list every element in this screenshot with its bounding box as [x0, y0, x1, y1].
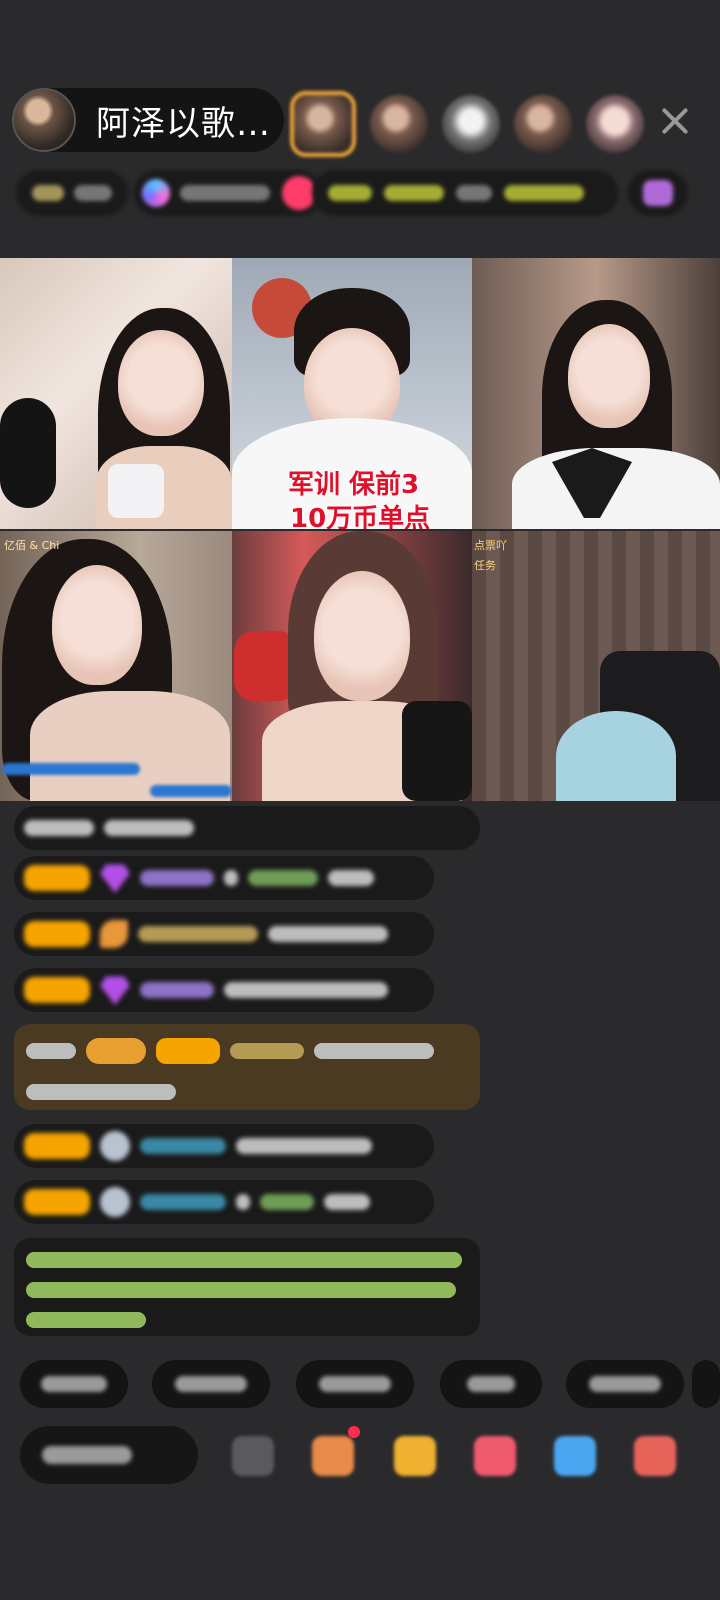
follow-heart-icon[interactable] — [282, 176, 316, 210]
chat-message-1 — [14, 806, 480, 850]
gem-icon — [100, 864, 130, 893]
face-shape — [314, 571, 410, 701]
rank-badge-icon — [32, 185, 64, 201]
pillow-shape — [556, 711, 676, 801]
host-name[interactable]: 阿泽以歌… — [96, 96, 271, 145]
gift-icon[interactable] — [394, 1436, 436, 1476]
quick-reply-3[interactable] — [296, 1360, 414, 1408]
lucky-bag-icon[interactable] — [474, 1436, 516, 1476]
phone-shape — [108, 464, 164, 518]
quick-reply-bar[interactable] — [20, 1360, 720, 1408]
task-pill[interactable] — [312, 170, 618, 216]
tile-caption-line2: 任务 — [474, 559, 496, 572]
popularity-icon — [142, 179, 170, 207]
video-tile-1[interactable] — [0, 258, 232, 529]
subtitle-blur-2 — [150, 785, 232, 797]
more-pill[interactable] — [628, 170, 688, 216]
chat-username[interactable] — [230, 1043, 304, 1059]
rank-pill[interactable] — [16, 170, 128, 216]
overlay-text-line2: 10万币单点 — [290, 504, 431, 529]
task-text-2 — [384, 185, 444, 201]
task-text-3 — [456, 185, 492, 201]
popularity-pill[interactable] — [134, 170, 322, 216]
viewer-avatar-5[interactable] — [586, 95, 644, 153]
viewer-avatar-2[interactable] — [370, 95, 428, 153]
emoji-icon[interactable] — [232, 1436, 274, 1476]
chat-username[interactable] — [138, 926, 258, 942]
swirl-icon — [100, 1187, 130, 1217]
more-icon — [643, 180, 673, 206]
chat-username[interactable] — [140, 1138, 226, 1154]
level-badge — [24, 921, 90, 947]
level-badge — [24, 977, 90, 1003]
viewer-avatar-4[interactable] — [514, 95, 572, 153]
face-shape — [52, 565, 142, 685]
game-icon[interactable] — [554, 1436, 596, 1476]
chat-username[interactable] — [140, 982, 214, 998]
video-tile-3[interactable] — [472, 258, 720, 529]
quick-reply-2[interactable] — [152, 1360, 270, 1408]
chat-message-gift — [14, 1024, 480, 1110]
chat-message-4 — [14, 968, 434, 1012]
chat-input-button[interactable] — [20, 1426, 198, 1484]
microphone-icon — [0, 398, 56, 508]
task-text-4 — [504, 185, 584, 201]
host-avatar[interactable] — [12, 88, 76, 152]
notification-dot — [348, 1426, 360, 1438]
popularity-text — [180, 185, 270, 201]
tile-caption: 亿佰 & Chi — [4, 539, 60, 552]
task-text-1 — [328, 185, 372, 201]
face-shape — [568, 324, 650, 428]
video-tile-5[interactable] — [232, 531, 472, 801]
chat-username[interactable] — [140, 870, 214, 886]
viewer-avatar-1[interactable] — [290, 91, 356, 157]
host-profile-pill[interactable]: 阿泽以歌… — [12, 88, 284, 152]
bottom-toolbar — [20, 1426, 710, 1486]
video-tile-2[interactable]: 军训 保前3 10万币单点 — [232, 258, 472, 529]
rank-text — [74, 185, 112, 201]
gift-box-icon[interactable] — [312, 1436, 354, 1476]
swirl-icon — [100, 1131, 130, 1161]
video-tile-6[interactable]: 点票吖 任务 — [472, 531, 720, 801]
level-badge — [24, 1189, 90, 1215]
close-icon[interactable] — [660, 106, 690, 136]
video-tile-4[interactable]: 亿佰 & Chi — [0, 531, 232, 801]
quick-reply-4[interactable] — [440, 1360, 542, 1408]
more-tools-icon[interactable] — [634, 1436, 676, 1476]
tile-caption-line1: 点票吖 — [474, 539, 507, 552]
level-badge — [24, 1133, 90, 1159]
overlay-text-line1: 军训 保前3 — [288, 470, 420, 500]
quick-reply-1[interactable] — [20, 1360, 128, 1408]
face-shape — [118, 330, 204, 436]
microphone-icon — [402, 701, 472, 801]
subtitle-blur-1 — [2, 763, 140, 775]
leaf-icon — [100, 920, 128, 948]
chat-username[interactable] — [140, 1194, 226, 1210]
level-badge — [24, 865, 90, 891]
chat-message-6 — [14, 1180, 434, 1224]
quick-reply-5[interactable] — [566, 1360, 684, 1408]
chat-message-3 — [14, 912, 434, 956]
quick-reply-6[interactable] — [692, 1360, 720, 1408]
live-info-row[interactable] — [16, 170, 706, 216]
level-badge — [156, 1038, 220, 1064]
gem-icon — [100, 976, 130, 1005]
system-notice — [14, 1238, 480, 1336]
video-grid: 军训 保前3 10万币单点 亿佰 & Chi 点票吖 任务 — [0, 258, 720, 801]
chat-message-5 — [14, 1124, 434, 1168]
viewer-avatar-3[interactable] — [442, 95, 500, 153]
top-audience-list[interactable] — [290, 88, 644, 160]
gift-badge — [86, 1038, 146, 1064]
chat-message-2 — [14, 856, 434, 900]
